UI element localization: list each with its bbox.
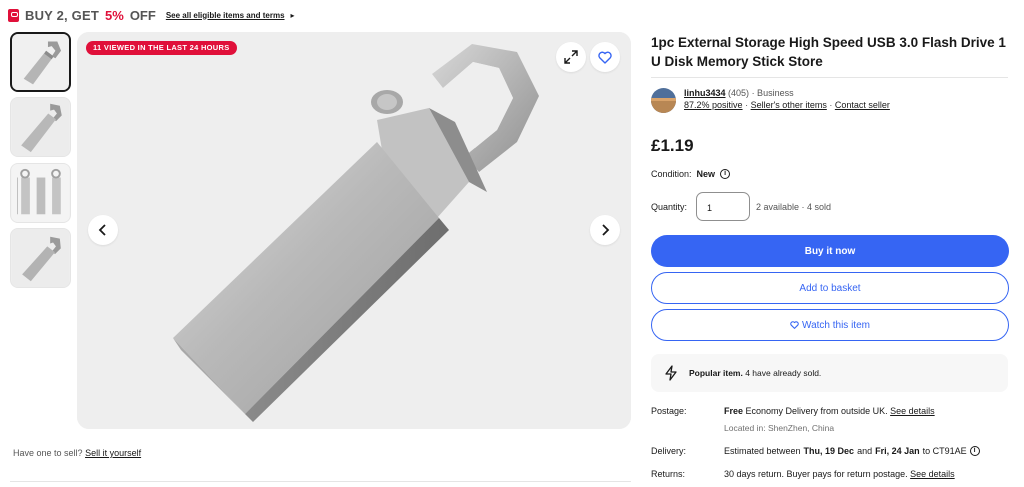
thumbnail-4[interactable] (10, 228, 71, 288)
sell-prompt: Have one to sell? Sell it yourself (13, 448, 141, 458)
returns-text: 30 days return. Buyer pays for return po… (724, 469, 908, 479)
returns-value: 30 days return. Buyer pays for return po… (724, 469, 955, 479)
expand-icon (564, 50, 578, 64)
watch-heart-button[interactable] (590, 42, 620, 72)
usb-drive-thumbnail-image (11, 98, 70, 156)
avatar-image (651, 88, 676, 113)
popular-detail: 4 have already sold. (745, 368, 822, 378)
expand-button[interactable] (556, 42, 586, 72)
viewed-badge: 11 VIEWED IN THE LAST 24 HOURS (86, 41, 237, 55)
promo-prefix: BUY 2, GET (25, 7, 100, 23)
usb-drive-thumbnail-image (11, 164, 70, 222)
seller-feedback-count: (405) (728, 88, 750, 98)
popular-item-banner: Popular item. 4 have already sold. (651, 354, 1008, 392)
delivery-start: Thu, 19 Dec (803, 446, 855, 456)
info-icon[interactable]: i (720, 169, 731, 179)
watch-item-button[interactable]: Watch this item (651, 309, 1009, 341)
seller-info: linhu3434 (405) · Business (684, 88, 794, 98)
add-to-basket-button[interactable]: Add to basket (651, 272, 1009, 304)
postage-free: Free (724, 406, 744, 416)
seller-name-link[interactable]: linhu3434 (684, 88, 726, 98)
delivery-label: Delivery: (651, 446, 687, 456)
sell-prompt-text: Have one to sell? (13, 448, 83, 458)
delivery-end: Fri, 24 Jan (875, 446, 920, 456)
delivery-suffix: to CT91AE (922, 446, 967, 456)
item-price: £1.19 (651, 136, 694, 155)
item-title: 1pc External Storage High Speed USB 3.0 … (651, 35, 1006, 69)
quantity-label: Quantity: (651, 202, 688, 212)
item-location: Located in: ShenZhen, China (724, 423, 835, 433)
heart-icon (598, 51, 612, 64)
condition-row: Condition: New i (651, 169, 731, 179)
postage-value: Free Economy Delivery from outside UK. S… (724, 406, 935, 416)
postage-text: Economy Delivery from outside UK. (745, 406, 888, 416)
sell-it-yourself-link[interactable]: Sell it yourself (85, 448, 141, 458)
thumbnail-1[interactable] (10, 32, 71, 92)
postage-details-link[interactable]: See details (890, 406, 935, 416)
usb-drive-photo (77, 32, 631, 429)
contact-seller-link[interactable]: Contact seller (835, 100, 890, 110)
promo-terms-link[interactable]: See all eligible items and terms (166, 11, 285, 20)
thumbnail-3[interactable] (10, 163, 71, 223)
delivery-prefix: Estimated between (724, 446, 801, 456)
quantity-input[interactable]: 1 (696, 192, 750, 221)
returns-details-link[interactable]: See details (910, 469, 955, 479)
main-product-image[interactable]: 11 VIEWED IN THE LAST 24 HOURS (77, 32, 631, 429)
next-image-button[interactable] (590, 215, 620, 245)
usb-drive-thumbnail-image (11, 229, 70, 287)
popular-item-text: Popular item. 4 have already sold. (689, 368, 821, 378)
watch-item-label: Watch this item (802, 319, 870, 331)
quantity-availability: 2 available · 4 sold (756, 202, 832, 212)
lightning-icon (665, 365, 677, 381)
usb-drive-thumbnail-image (12, 34, 69, 90)
postage-label: Postage: (651, 406, 687, 416)
previous-image-button[interactable] (88, 215, 118, 245)
seller-links: 87.2% positive · Seller's other items · … (684, 100, 890, 110)
buy-it-now-button[interactable]: Buy it now (651, 235, 1009, 267)
popular-strong: Popular item. (689, 368, 743, 378)
condition-value: New (696, 169, 716, 179)
promo-percent: 5% (105, 7, 124, 23)
promo-suffix: OFF (129, 7, 156, 23)
thumbnail-2[interactable] (10, 97, 71, 157)
info-icon[interactable]: i (969, 446, 980, 456)
seller-other-items-link[interactable]: Seller's other items (751, 100, 827, 110)
delivery-and: and (857, 446, 873, 456)
condition-label: Condition: (651, 169, 692, 179)
triangle-right-icon: ▸ (290, 10, 295, 20)
seller-type: · Business (751, 88, 794, 98)
tag-icon (8, 8, 19, 22)
delivery-value: Estimated between Thu, 19 Dec and Fri, 2… (724, 446, 980, 456)
divider (10, 481, 631, 482)
chevron-right-icon (602, 224, 610, 236)
divider (651, 77, 1008, 78)
seller-feedback-link[interactable]: 87.2% positive (684, 100, 743, 110)
returns-label: Returns: (651, 469, 686, 479)
heart-icon (790, 321, 799, 329)
seller-avatar[interactable] (651, 88, 676, 113)
promo-bar: BUY 2, GET 5% OFF See all eligible items… (8, 6, 295, 24)
chevron-left-icon (98, 224, 106, 236)
